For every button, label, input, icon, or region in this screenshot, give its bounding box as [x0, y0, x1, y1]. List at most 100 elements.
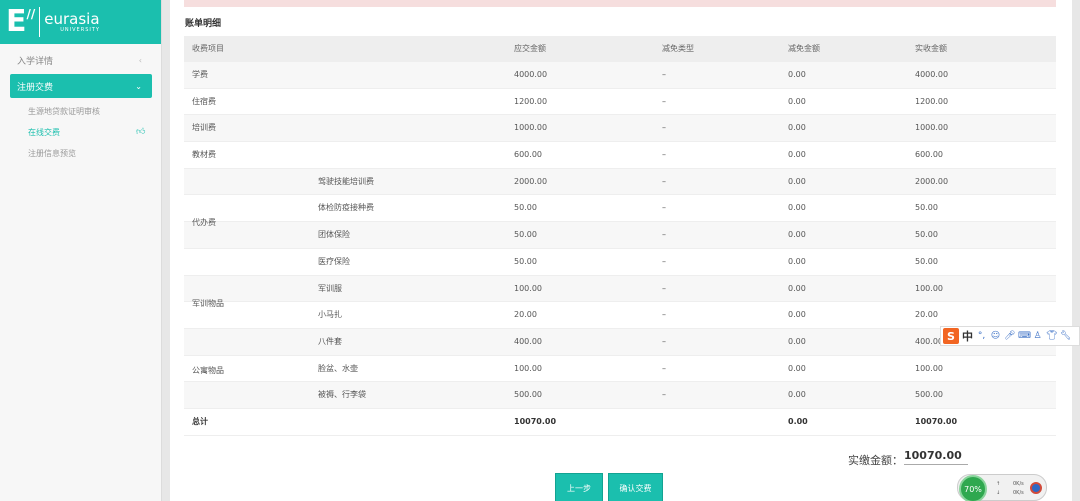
- subitem-registration-preview[interactable]: 注册信息预览: [28, 148, 76, 159]
- cell-type: –: [662, 123, 666, 133]
- cell-due: 100.00: [514, 363, 542, 373]
- sidebar-item-registration[interactable]: 注册交费 ⌄: [10, 74, 152, 98]
- emoji-icon[interactable]: ☺: [990, 331, 1001, 341]
- cell-due: 50.00: [514, 203, 537, 213]
- column-header: 应交金额: [514, 44, 546, 53]
- cell-type: –: [662, 336, 666, 346]
- cell-item: 驾驶技能培训费: [318, 176, 374, 186]
- cell-reduce: 0.00: [788, 70, 806, 79]
- table-row: 医疗保险 50.00 – 0.00 50.00: [184, 249, 1056, 276]
- subitem-loan-review[interactable]: 生源地贷款证明审核: [28, 106, 100, 117]
- microphone-icon[interactable]: 🎤︎: [1004, 331, 1015, 341]
- cell-paid: 600.00: [915, 150, 943, 160]
- subitem-online-payment[interactable]: 在线交费: [28, 127, 60, 138]
- cell-reduce: 0.00: [788, 150, 806, 160]
- logo-divider: [39, 7, 41, 37]
- chevron-down-icon: ⌄: [135, 81, 142, 91]
- cell-reduce: 0.00: [788, 310, 806, 320]
- network-speed-widget[interactable]: 70% ↑ ↓ 0K/s 0K/s: [957, 474, 1047, 501]
- group-label: 代办费: [192, 218, 216, 227]
- cell-reduce: 0.00: [788, 230, 806, 240]
- cell-due: 2000.00: [514, 176, 548, 186]
- prev-step-button[interactable]: 上一步: [555, 473, 603, 501]
- logo-text: eurasia UNIVERSITY: [44, 11, 100, 33]
- cell-due: 100.00: [514, 283, 542, 293]
- cell-paid: 100.00: [915, 283, 943, 293]
- cell-group: 教材费: [192, 150, 216, 160]
- upload-arrow-icon: ↑: [996, 481, 1001, 487]
- actual-amount-label: 实缴金额：: [848, 454, 903, 467]
- cell-due: 500.00: [514, 390, 542, 400]
- total-due: 10070.00: [514, 416, 557, 426]
- cell-reduce: 0.00: [788, 176, 806, 186]
- group-label: 公寓物品: [192, 366, 224, 375]
- confirm-payment-button[interactable]: 确认交费: [608, 473, 663, 501]
- shirt-icon[interactable]: 👕︎: [1046, 331, 1057, 341]
- sidebar-item-admission[interactable]: 入学详情 ‹: [10, 48, 152, 72]
- wrench-icon[interactable]: 🔧︎: [1060, 331, 1071, 341]
- cell-reduce: 0.00: [788, 363, 806, 373]
- cell-due: 1000.00: [514, 123, 548, 133]
- user-icon[interactable]: ♙: [1032, 331, 1043, 341]
- actual-amount-value: 10070.00: [904, 449, 968, 465]
- thumbs-up-icon: 👍︎: [136, 127, 146, 137]
- university-logo[interactable]: E // eurasia UNIVERSITY: [0, 0, 161, 44]
- cell-item: 医疗保险: [318, 256, 350, 266]
- logo-sub: UNIVERSITY: [60, 26, 100, 33]
- cell-due: 400.00: [514, 336, 542, 346]
- table-row: 教材费 600.00 – 0.00 600.00: [184, 142, 1056, 169]
- cell-type: –: [662, 363, 666, 373]
- table-row: 体检防疫接种费 50.00 – 0.00 50.00: [184, 195, 1056, 223]
- table-row: 培训费 1000.00 – 0.00 1000.00: [184, 115, 1056, 143]
- punctuation-icon[interactable]: °,: [976, 331, 987, 341]
- logo-mark: E: [6, 4, 26, 39]
- browser-globe-icon[interactable]: [1030, 482, 1042, 494]
- column-header: 减免金额: [788, 44, 820, 53]
- cell-paid: 4000.00: [915, 70, 949, 79]
- cell-group: 住宿费: [192, 96, 216, 106]
- cell-paid: 1000.00: [915, 123, 949, 133]
- total-reduce: 0.00: [788, 416, 808, 426]
- group-label: 军训物品: [192, 299, 224, 308]
- cell-paid: 50.00: [915, 256, 938, 266]
- cell-item: 军训服: [318, 283, 342, 293]
- alert-strip: [184, 0, 1056, 7]
- cell-item: 体检防疫接种费: [318, 203, 374, 213]
- table-body: 学费 4000.00 – 0.00 4000.00 住宿费 1200.00 – 0.00 1200…: [184, 62, 1056, 409]
- table-row: 团体保险 50.00 – 0.00 50.00: [184, 222, 1056, 249]
- cell-group: 培训费: [192, 123, 216, 133]
- cell-paid: 50.00: [915, 203, 938, 213]
- table-header: 收费项目 应交金额 减免类型 减免金额 实收金额: [184, 36, 1056, 62]
- cell-type: –: [662, 390, 666, 400]
- cell-item: 八件套: [318, 336, 342, 346]
- cell-due: 1200.00: [514, 96, 548, 106]
- cell-reduce: 0.00: [788, 203, 806, 213]
- cell-due: 50.00: [514, 230, 537, 240]
- cell-type: –: [662, 283, 666, 293]
- language-toggle[interactable]: 中: [962, 328, 973, 344]
- cell-item: 被褥、行李袋: [318, 390, 366, 400]
- usage-percent: 70%: [959, 475, 987, 501]
- cell-paid: 2000.00: [915, 176, 949, 186]
- sogou-logo-icon[interactable]: S: [943, 328, 959, 344]
- column-header: 减免类型: [662, 44, 694, 53]
- cell-paid: 20.00: [915, 310, 938, 320]
- table-row: 军训服 100.00 – 0.00 100.00: [184, 275, 1056, 303]
- cell-reduce: 0.00: [788, 96, 806, 106]
- cell-item: 脸盆、水壶: [318, 363, 358, 373]
- table-row: 被褥、行李袋 500.00 – 0.00 500.00: [184, 382, 1056, 409]
- cell-reduce: 0.00: [788, 283, 806, 293]
- column-header: 收费项目: [192, 44, 224, 53]
- table-row: 驾驶技能培训费 2000.00 – 0.00 2000.00: [184, 168, 1056, 196]
- table-row: 小马扎 20.00 – 0.00 20.00: [184, 302, 1056, 329]
- keyboard-icon[interactable]: ⌨: [1018, 331, 1031, 341]
- cell-due: 4000.00: [514, 70, 548, 79]
- cell-item: 团体保险: [318, 230, 350, 240]
- download-speed: 0K/s: [1013, 490, 1024, 496]
- cell-type: –: [662, 176, 666, 186]
- cell-type: –: [662, 256, 666, 266]
- ime-toolbar[interactable]: S 中 °, ☺ 🎤︎ ⌨ ♙ 👕︎ 🔧︎: [940, 326, 1080, 346]
- download-arrow-icon: ↓: [996, 490, 1001, 496]
- cell-type: –: [662, 310, 666, 320]
- total-row: 总计 10070.00 0.00 10070.00: [184, 409, 1056, 436]
